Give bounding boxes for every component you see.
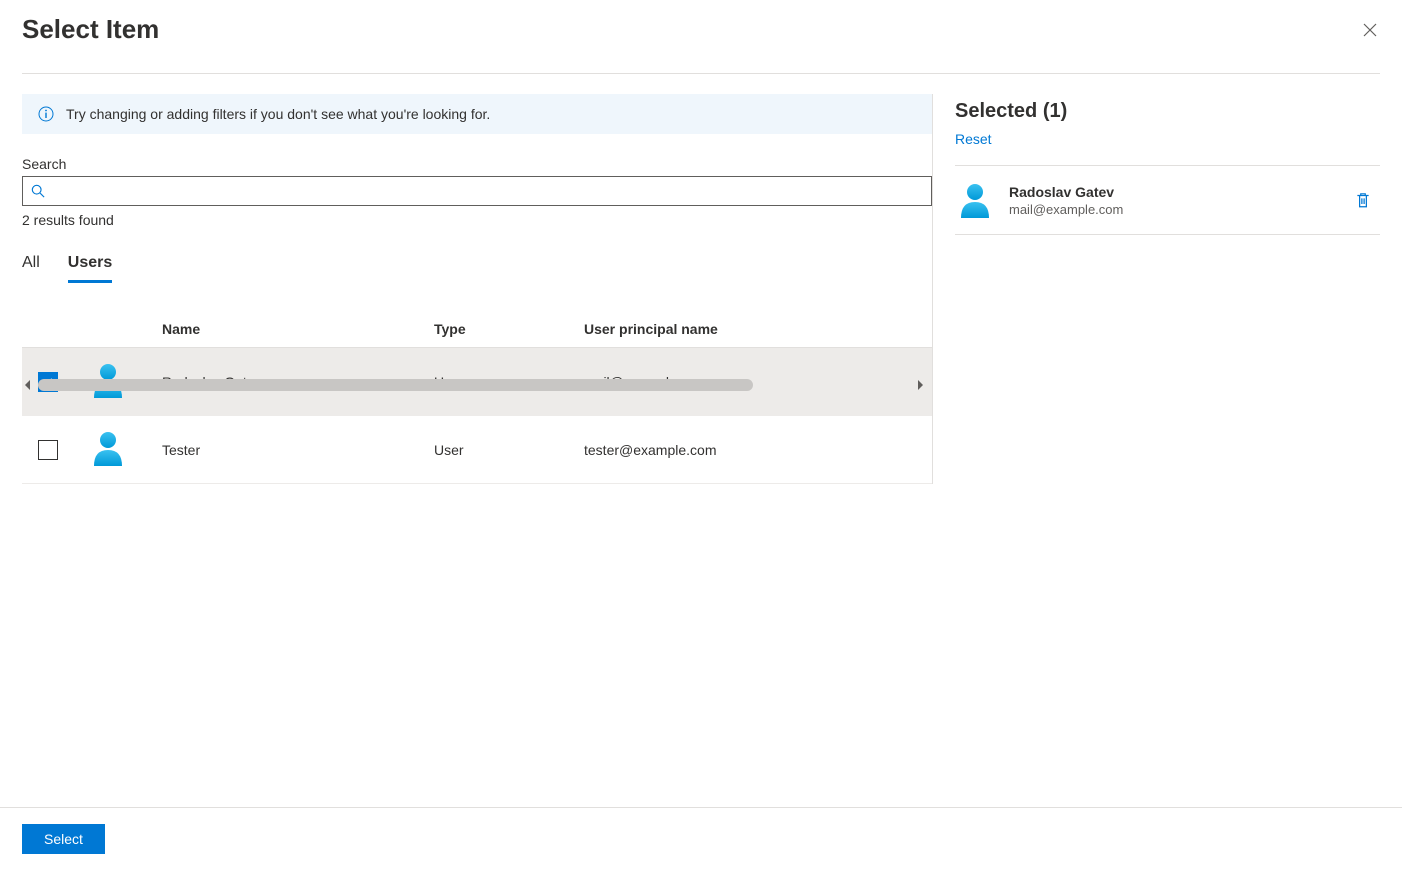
delete-icon[interactable] <box>1354 191 1372 209</box>
column-header-upn[interactable]: User principal name <box>584 321 932 337</box>
scroll-left-icon[interactable] <box>22 378 32 392</box>
page-title: Select Item <box>22 14 159 45</box>
search-box[interactable] <box>22 176 932 206</box>
selected-panel-title: Selected (1) <box>955 100 1380 123</box>
horizontal-scrollbar[interactable] <box>22 378 926 392</box>
row-type: User <box>434 442 584 458</box>
tab-all[interactable]: All <box>22 254 40 283</box>
close-button[interactable] <box>1360 20 1380 40</box>
search-label: Search <box>22 156 932 172</box>
row-name: Tester <box>162 442 434 458</box>
tabs: All Users <box>22 254 932 283</box>
scroll-right-icon[interactable] <box>916 378 926 392</box>
selected-item: Radoslav Gatev mail@example.com <box>955 166 1380 235</box>
search-input[interactable] <box>51 183 923 199</box>
selected-item-name: Radoslav Gatev <box>1009 184 1340 200</box>
user-avatar-icon <box>955 180 995 220</box>
info-banner-text: Try changing or adding filters if you do… <box>66 106 490 122</box>
footer: Select <box>0 807 1402 876</box>
row-checkbox[interactable] <box>38 440 58 460</box>
search-icon <box>31 184 45 198</box>
info-banner: Try changing or adding filters if you do… <box>22 94 932 134</box>
column-header-name[interactable]: Name <box>162 321 434 337</box>
column-header-type[interactable]: Type <box>434 321 584 337</box>
table-header: Name Type User principal name <box>22 311 932 348</box>
selected-item-email: mail@example.com <box>1009 202 1340 217</box>
reset-link[interactable]: Reset <box>955 131 992 147</box>
close-icon <box>1362 22 1378 38</box>
user-avatar-icon <box>88 428 128 468</box>
results-count: 2 results found <box>22 212 932 228</box>
results-table: Name Type User principal name Radoslav G… <box>22 311 932 484</box>
tab-users[interactable]: Users <box>68 254 112 283</box>
select-button[interactable]: Select <box>22 824 105 854</box>
info-icon <box>38 106 54 122</box>
scroll-track[interactable] <box>38 379 910 391</box>
scroll-thumb[interactable] <box>38 379 753 391</box>
row-upn: tester@example.com <box>584 442 932 458</box>
table-row[interactable]: Tester User tester@example.com <box>22 416 932 484</box>
selected-list: Radoslav Gatev mail@example.com <box>955 165 1380 235</box>
